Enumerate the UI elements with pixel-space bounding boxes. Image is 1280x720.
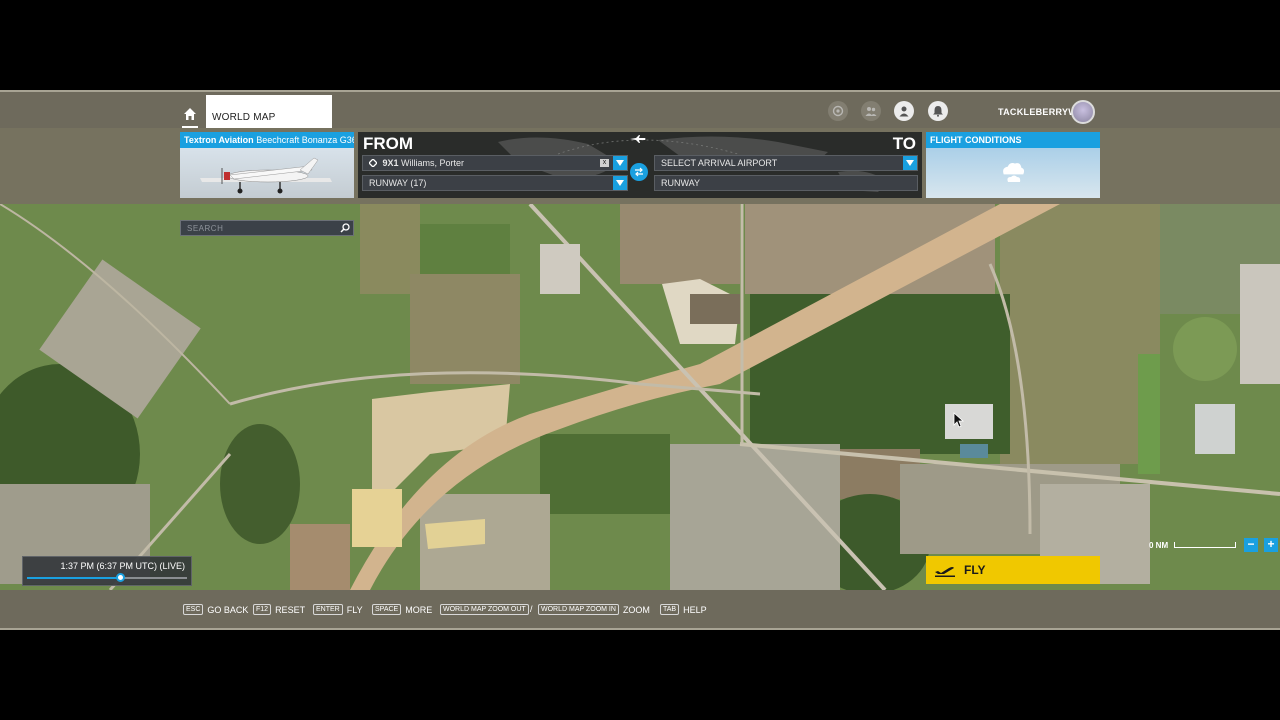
hint-separator: / bbox=[530, 604, 533, 614]
clear-departure-button[interactable]: x bbox=[600, 159, 609, 167]
map-scale-bar bbox=[1174, 542, 1236, 548]
airplane-illustration bbox=[200, 157, 332, 194]
hint-go-back[interactable]: ESC GO BACK bbox=[183, 604, 248, 615]
avatar[interactable] bbox=[1071, 100, 1095, 124]
activity-button[interactable] bbox=[828, 101, 848, 121]
friends-button[interactable] bbox=[861, 101, 881, 121]
search-input[interactable]: SEARCH bbox=[180, 220, 354, 236]
time-display: 1:37 PM (6:37 PM UTC) (LIVE) bbox=[60, 561, 185, 571]
top-nav-bar: WORLD MAP TACKLEBERRYW bbox=[0, 90, 1280, 130]
hint-label: HELP bbox=[683, 604, 707, 615]
to-label: TO bbox=[892, 134, 916, 153]
username-label: TACKLEBERRYW bbox=[998, 107, 1078, 117]
hint-more[interactable]: SPACE MORE bbox=[372, 604, 432, 615]
hint-help[interactable]: TAB HELP bbox=[660, 604, 707, 615]
arrival-dropdown-button[interactable] bbox=[903, 156, 917, 170]
aircraft-title: Textron Aviation Beechcraft Bonanza G36 bbox=[180, 132, 354, 148]
key-badge: TAB bbox=[660, 604, 680, 615]
key-badge: SPACE bbox=[372, 604, 402, 615]
notifications-icon bbox=[933, 106, 943, 117]
conditions-title: FLIGHT CONDITIONS bbox=[926, 132, 1100, 148]
key-badge: F12 bbox=[253, 604, 272, 615]
departure-runway-field[interactable]: RUNWAY (17) bbox=[362, 175, 628, 191]
activity-icon bbox=[832, 105, 844, 117]
hint-label: MORE bbox=[405, 604, 433, 615]
chevron-down-icon bbox=[616, 160, 624, 166]
aircraft-model: Beechcraft Bonanza G36 bbox=[256, 135, 354, 145]
fly-button[interactable]: FLY bbox=[926, 556, 1100, 584]
fly-button-label: FLY bbox=[964, 563, 986, 577]
departure-name: Williams, Porter bbox=[401, 158, 465, 168]
profile-icon bbox=[899, 106, 909, 117]
hint-label: RESET bbox=[275, 604, 306, 615]
hint-fly[interactable]: ENTER FLY bbox=[313, 604, 363, 615]
notifications-button[interactable] bbox=[928, 101, 948, 121]
hint-label: GO BACK bbox=[207, 604, 249, 615]
tab-world-map[interactable]: WORLD MAP bbox=[206, 95, 332, 130]
takeoff-icon bbox=[935, 567, 955, 577]
route-panel: FROM TO 9X1 Williams, Porter x RUNWAY (1… bbox=[358, 132, 922, 198]
satellite-imagery bbox=[0, 204, 1280, 590]
search-icon bbox=[340, 223, 350, 233]
key-badge: ESC bbox=[183, 604, 204, 615]
arrival-runway-value: RUNWAY bbox=[661, 178, 700, 188]
flight-conditions-card[interactable]: FLIGHT CONDITIONS bbox=[926, 132, 1100, 198]
arrival-placeholder: SELECT ARRIVAL AIRPORT bbox=[661, 158, 778, 168]
airplane-icon bbox=[630, 135, 646, 143]
flight-setup-strip: Textron Aviation Beechcraft Bonanza G36 bbox=[0, 128, 1280, 204]
airport-icon bbox=[368, 158, 378, 168]
app-window: WORLD MAP TACKLEBERRYW Textron Aviation … bbox=[0, 90, 1280, 630]
mouse-cursor-icon bbox=[953, 412, 965, 428]
key-badge: ENTER bbox=[313, 604, 343, 615]
departure-dropdown-button[interactable] bbox=[613, 156, 627, 170]
departure-runway-value: RUNWAY (17) bbox=[369, 178, 427, 188]
from-label: FROM bbox=[363, 134, 414, 153]
zoom-out-button[interactable]: − bbox=[1244, 538, 1258, 552]
arrival-airport-field[interactable]: SELECT ARRIVAL AIRPORT bbox=[654, 155, 918, 171]
swap-icon bbox=[635, 167, 643, 177]
departure-code: 9X1 bbox=[382, 158, 399, 168]
profile-button[interactable] bbox=[894, 101, 914, 121]
time-of-day-widget: 1:37 PM (6:37 PM UTC) (LIVE) bbox=[22, 556, 192, 586]
map-scale-label: 0 NM bbox=[1149, 541, 1169, 550]
time-slider-handle[interactable] bbox=[115, 573, 125, 582]
home-icon bbox=[184, 108, 196, 120]
departure-airport-field[interactable]: 9X1 Williams, Porter x bbox=[362, 155, 628, 171]
hint-zoom-in[interactable]: WORLD MAP ZOOM IN ZOOM bbox=[538, 604, 650, 615]
chevron-down-icon bbox=[616, 180, 624, 186]
hint-label: ZOOM bbox=[622, 604, 650, 615]
key-badge: WORLD MAP ZOOM OUT bbox=[440, 604, 529, 615]
cloud-icon bbox=[1003, 163, 1025, 182]
hint-label: FLY bbox=[346, 604, 363, 615]
swap-airports-button[interactable] bbox=[630, 163, 648, 181]
zoom-in-button[interactable]: + bbox=[1264, 538, 1278, 552]
home-button[interactable] bbox=[178, 100, 202, 128]
hint-zoom-out[interactable]: WORLD MAP ZOOM OUT bbox=[440, 604, 533, 615]
runway-dropdown-button[interactable] bbox=[613, 176, 627, 190]
world-map-view[interactable]: SEARCH 1:37 PM (6:37 PM UTC) (LIVE) 0 NM… bbox=[0, 204, 1280, 590]
search-placeholder: SEARCH bbox=[187, 224, 224, 233]
arrival-runway-field: RUNWAY bbox=[654, 175, 918, 191]
aircraft-image bbox=[180, 148, 354, 198]
time-slider-fill bbox=[27, 577, 120, 579]
chevron-down-icon bbox=[906, 160, 914, 166]
friends-icon bbox=[865, 107, 877, 116]
aircraft-brand: Textron Aviation bbox=[184, 135, 254, 145]
keyboard-hints-bar: ESC GO BACK F12 RESET ENTER FLY SPACE MO… bbox=[0, 590, 1280, 630]
aircraft-selection-card[interactable]: Textron Aviation Beechcraft Bonanza G36 bbox=[180, 132, 354, 198]
hint-reset[interactable]: F12 RESET bbox=[253, 604, 305, 615]
key-badge: WORLD MAP ZOOM IN bbox=[538, 604, 619, 615]
